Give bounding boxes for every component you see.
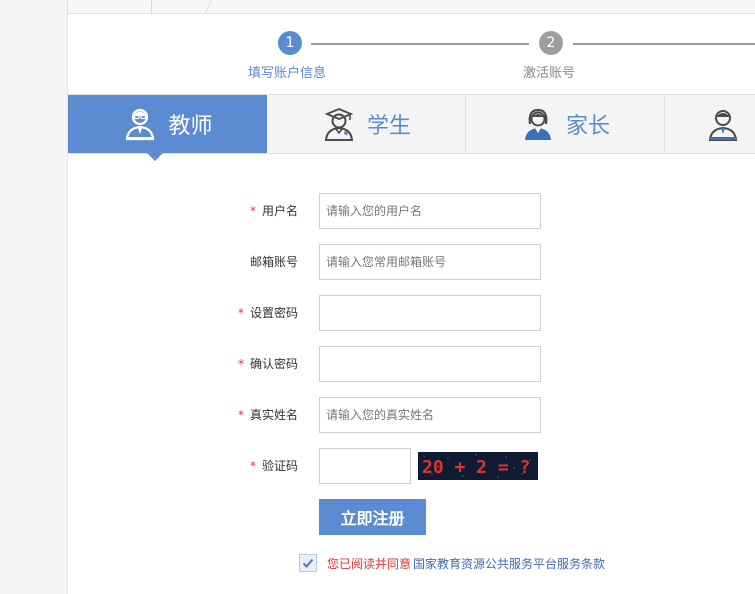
real-name-label: * 真实姓名 [238, 397, 298, 433]
terms-link[interactable]: 国家教育资源公共服务平台服务条款 [413, 555, 605, 572]
username-input[interactable] [319, 193, 541, 229]
confirm-password-row: * 确认密码 [68, 346, 755, 382]
tab-teacher[interactable]: 教师 [68, 95, 267, 161]
step-2-label: 激活账号 [523, 66, 576, 81]
step-2-circle: 2 [539, 31, 563, 55]
breadcrumb-divider [204, 0, 213, 13]
student-icon [324, 108, 354, 141]
real-name-input[interactable] [319, 397, 541, 433]
captcha-input[interactable] [319, 448, 411, 484]
top-breadcrumb-bar [67, 0, 755, 14]
required-mark: * [237, 357, 244, 371]
terms-prefix: 您已阅读并同意 [327, 556, 412, 571]
required-mark: * [237, 306, 244, 320]
step-1-circle: 1 [278, 31, 302, 55]
registration-card: 1 填写账户信息 2 激活账号 教师 学生 家长 * 用户名 请输入您的用户名 … [67, 14, 755, 594]
username-row: * 用户名 [68, 193, 755, 229]
tab-teacher-label: 教师 [168, 114, 213, 139]
email-row: 邮箱账号 [68, 244, 755, 280]
breadcrumb-divider [151, 0, 152, 13]
required-mark: * [237, 408, 244, 422]
terms-checkbox[interactable] [299, 554, 317, 572]
parent-icon [524, 108, 551, 140]
register-button[interactable]: 立即注册 [319, 499, 426, 535]
real-name-label-text: 真实姓名 [249, 408, 298, 422]
captcha-noise: 20 + 2 = ? [422, 454, 531, 478]
tab-student[interactable]: 学生 [267, 95, 466, 153]
progress-steps: 1 填写账户信息 2 激活账号 [68, 14, 755, 94]
tab-other[interactable] [665, 95, 755, 153]
real-name-row: * 真实姓名 [68, 397, 755, 433]
step-1-label: 填写账户信息 [248, 66, 327, 81]
user-icon [708, 110, 738, 141]
password-label: * 设置密码 [238, 295, 298, 331]
captcha-label-text: 验证码 [261, 459, 298, 473]
terms-agreement: 您已阅读并同意 国家教育资源公共服务平台服务条款 [299, 552, 605, 574]
captcha-image[interactable]: 20 + 2 = ? [418, 452, 538, 480]
captcha-label: * 验证码 [250, 448, 298, 484]
tab-parent-label: 家长 [565, 114, 610, 139]
confirm-password-label: * 确认密码 [238, 346, 298, 382]
captcha-text: 20 + 2 = ? [422, 457, 530, 478]
tab-parent[interactable]: 家长 [466, 95, 665, 153]
password-row: * 设置密码 [68, 295, 755, 331]
role-tabs: 教师 学生 家长 [68, 94, 755, 161]
captcha-row: * 验证码 20 + 2 = ? [68, 448, 755, 484]
email-input[interactable] [319, 244, 541, 280]
checkmark-icon [302, 558, 314, 568]
active-tab-caret [147, 153, 163, 161]
password-input[interactable] [319, 295, 541, 331]
step-connector [311, 43, 529, 45]
confirm-password-input[interactable] [319, 346, 541, 382]
tab-student-label: 学生 [366, 114, 411, 139]
password-label-text: 设置密码 [249, 306, 298, 320]
required-mark: * [249, 204, 256, 218]
required-mark: * [249, 459, 256, 473]
step-connector [573, 43, 755, 45]
username-label: * 用户名 [250, 193, 298, 229]
username-label-text: 用户名 [261, 204, 298, 218]
email-label: 邮箱账号 [249, 255, 298, 269]
teacher-icon [126, 108, 155, 141]
confirm-password-label-text: 确认密码 [249, 357, 298, 371]
